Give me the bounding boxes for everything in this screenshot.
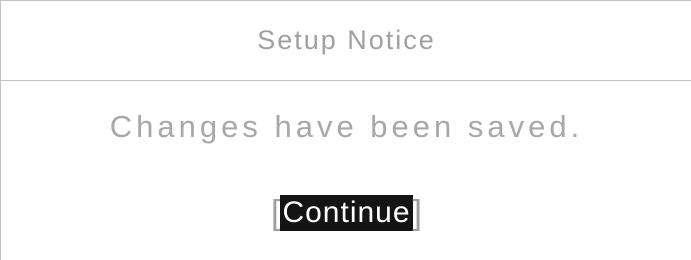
- dialog-title-bar: Setup Notice: [1, 1, 691, 81]
- continue-button[interactable]: Continue: [280, 195, 413, 231]
- setup-notice-dialog: Setup Notice Changes have been saved. [ …: [0, 0, 691, 260]
- button-row: [ Continue ]: [1, 193, 691, 233]
- dialog-title: Setup Notice: [257, 25, 436, 55]
- left-bracket: [: [271, 194, 281, 232]
- right-bracket: ]: [412, 194, 422, 232]
- dialog-message: Changes have been saved.: [109, 109, 584, 144]
